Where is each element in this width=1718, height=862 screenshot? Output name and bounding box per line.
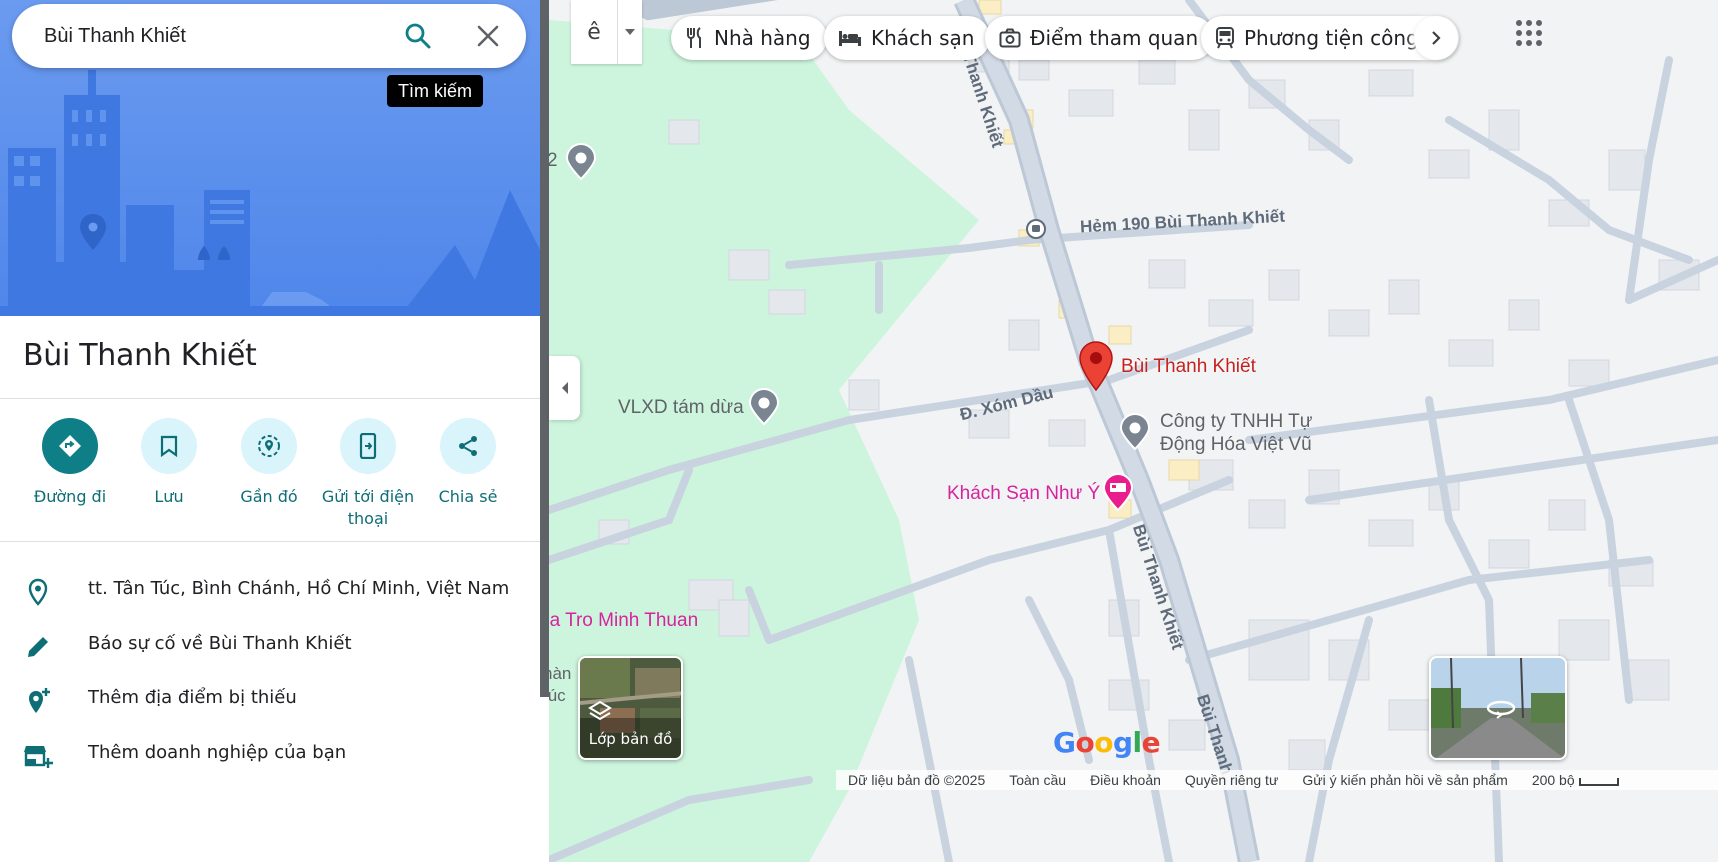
chevron-down-icon[interactable]	[618, 29, 642, 35]
location-pin-icon	[28, 578, 48, 606]
selected-place-label[interactable]: Bùi Thanh Khiết	[1121, 356, 1256, 378]
divider	[0, 541, 540, 542]
footer-global[interactable]: Toàn cầu	[1009, 772, 1066, 788]
share-button[interactable]: Chia sẻ	[418, 418, 518, 508]
add-place-icon	[29, 688, 50, 713]
search-button[interactable]	[398, 16, 438, 56]
add-business-text: Thêm doanh nghiệp của bạn	[88, 742, 347, 763]
search-box	[12, 4, 526, 68]
restaurant-icon	[685, 27, 705, 49]
poi-label-company-line2[interactable]: Động Hóa Việt Vũ	[1160, 434, 1312, 456]
action-label: Lưu	[154, 487, 184, 506]
scale-bar	[1578, 778, 1619, 786]
chevron-right-icon	[1432, 31, 1441, 45]
bookmark-icon	[141, 418, 197, 474]
poi-label-company-line1[interactable]: Công ty TNHH Tự	[1160, 411, 1312, 433]
rotate-360-icon	[1485, 696, 1517, 725]
poi-pin-icon[interactable]	[565, 143, 597, 186]
chip-label: Nhà hàng	[714, 26, 811, 50]
poi-pin-icon[interactable]	[748, 388, 780, 431]
poi-pin-icon[interactable]	[1119, 413, 1151, 456]
close-icon	[477, 25, 499, 47]
send-to-phone-icon	[340, 418, 396, 474]
apps-grid-icon[interactable]	[1514, 18, 1544, 48]
camera-icon	[999, 28, 1021, 48]
chip-restaurants[interactable]: Nhà hàng	[671, 16, 827, 60]
address-text: tt. Tân Túc, Bình Chánh, Hồ Chí Minh, Vi…	[88, 578, 510, 599]
add-missing-place-text: Thêm địa điểm bị thiếu	[88, 687, 297, 708]
search-input[interactable]	[44, 22, 384, 50]
add-business-icon	[24, 746, 53, 768]
send-to-phone-button[interactable]: Gửi tới điện thoại	[318, 418, 418, 530]
add-missing-place-row[interactable]: Thêm địa điểm bị thiếu	[0, 673, 540, 728]
map-label-edge-hang: hàn	[549, 664, 572, 683]
edit-pencil-icon	[28, 637, 48, 657]
search-tooltip: Tìm kiếm	[387, 75, 483, 107]
address-row[interactable]: tt. Tân Túc, Bình Chánh, Hồ Chí Minh, Vi…	[0, 564, 540, 619]
collapse-panel-button[interactable]	[549, 356, 580, 420]
chip-hotels[interactable]: Khách sạn	[824, 16, 991, 60]
map-type-glyph: ê	[587, 19, 601, 45]
chip-label: Khách sạn	[871, 26, 975, 50]
directions-icon	[42, 418, 98, 474]
panel-scrollbar[interactable]	[540, 0, 549, 697]
transit-icon	[1215, 27, 1235, 49]
map-type-toggle[interactable]: ê	[571, 0, 642, 64]
bus-stop-icon[interactable]	[1026, 219, 1046, 239]
report-issue-row[interactable]: Báo sự cố về Bùi Thanh Khiết	[0, 619, 540, 674]
layers-icon	[588, 700, 612, 727]
footer-terms[interactable]: Điều khoản	[1090, 772, 1161, 788]
action-label: Gần đó	[240, 487, 298, 506]
caret-left-icon	[561, 382, 568, 394]
footer-scale[interactable]: 200 bộ	[1532, 772, 1575, 788]
save-button[interactable]: Lưu	[119, 418, 219, 508]
nearby-button[interactable]: Gần đó	[219, 418, 319, 508]
action-label: Đường đi	[33, 487, 107, 506]
chip-attractions[interactable]: Điểm tham quan	[985, 16, 1215, 60]
map-layers-button[interactable]: Lớp bản đồ	[578, 656, 683, 760]
map-footer: Dữ liệu bản đồ ©2025 Toàn cầu Điều khoản…	[836, 770, 1718, 790]
chip-label: Điểm tham quan	[1030, 26, 1199, 50]
action-label: Chia sẻ	[438, 487, 498, 506]
footer-privacy[interactable]: Quyền riêng tư	[1185, 772, 1278, 788]
report-issue-text: Báo sự cố về Bùi Thanh Khiết	[88, 633, 352, 654]
share-icon	[440, 418, 496, 474]
search-icon	[405, 23, 431, 49]
street-view-button[interactable]	[1429, 656, 1567, 760]
add-business-row[interactable]: Thêm doanh nghiệp của bạn	[0, 728, 540, 783]
map-label-edge-number: 2	[549, 150, 558, 171]
place-title: Bùi Thanh Khiết	[23, 338, 257, 373]
footer-map-data[interactable]: Dữ liệu bản đồ ©2025	[848, 772, 985, 788]
google-logo: Google	[1053, 726, 1161, 759]
map-label-edge-tuc: túc	[549, 686, 566, 705]
divider	[0, 398, 540, 399]
hotel-pin-icon[interactable]	[1102, 472, 1134, 517]
place-panel: Tìm kiếm Bùi Thanh Khiết Đường đi Lưu Gầ…	[0, 0, 540, 862]
hotel-icon	[838, 29, 862, 47]
selected-place-pin-icon[interactable]	[1078, 340, 1114, 397]
action-label: Gửi tới điện thoại	[321, 487, 415, 528]
chips-next-button[interactable]	[1414, 16, 1458, 60]
nearby-icon	[241, 418, 297, 474]
layers-button-label: Lớp bản đồ	[588, 730, 673, 748]
clear-search-button[interactable]	[468, 16, 508, 56]
poi-label-hotel-nhu-y[interactable]: Khách Sạn Như Ý	[947, 483, 1100, 505]
poi-label-nha-tro[interactable]: ha Tro Minh Thuan	[549, 610, 698, 632]
directions-button[interactable]: Đường đi	[20, 418, 120, 508]
poi-label-vlxd[interactable]: VLXD tám dừa	[618, 397, 744, 419]
footer-feedback[interactable]: Gửi ý kiến phản hồi về sản phẩm	[1302, 772, 1508, 788]
chip-label: Phương tiện công c	[1244, 26, 1437, 50]
